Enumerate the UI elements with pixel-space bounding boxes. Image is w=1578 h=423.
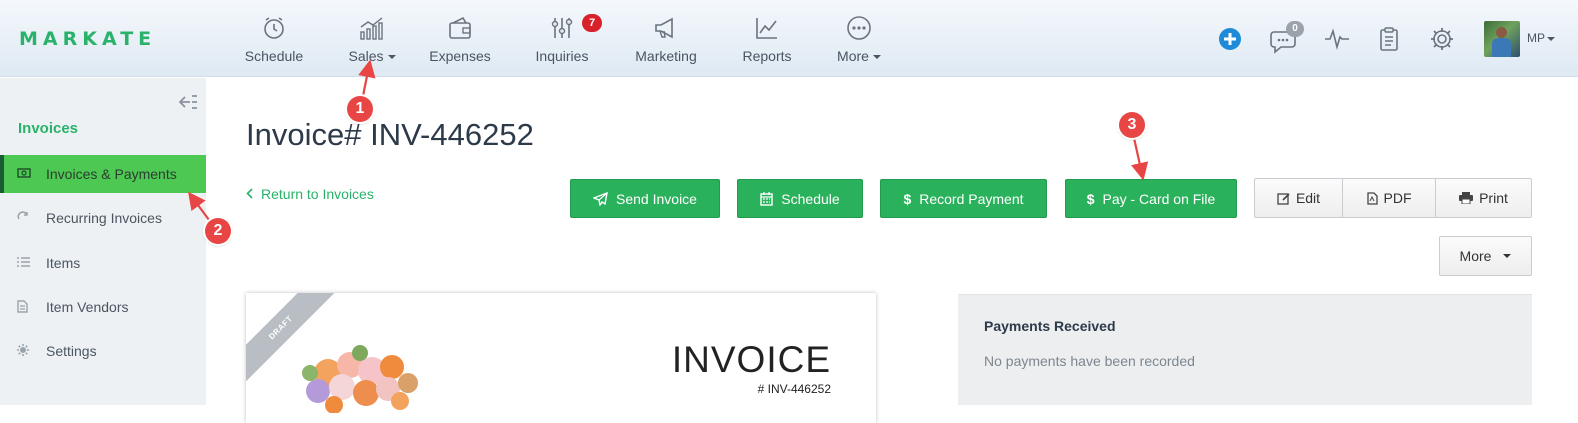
chat-button[interactable]: 0 <box>1270 21 1304 54</box>
top-navbar: MARKATE Schedule Sales Expenses Inquirie… <box>0 0 1578 77</box>
sidebar-item-label: Settings <box>46 343 97 359</box>
add-new-icon[interactable] <box>1218 27 1242 51</box>
chat-badge: 0 <box>1286 21 1304 37</box>
more-actions-dropdown[interactable]: More <box>1439 236 1532 276</box>
annotation-marker-2: 2 <box>205 218 231 244</box>
sidebar: Invoices Invoices & Payments Recurring I… <box>0 78 206 405</box>
pdf-file-icon <box>1366 191 1378 205</box>
wallet-icon <box>449 16 471 39</box>
nav-reports[interactable]: Reports <box>741 14 793 66</box>
nav-expenses[interactable]: Expenses <box>429 14 491 66</box>
sidebar-item-items[interactable]: Items <box>0 244 206 282</box>
nav-sales[interactable]: Sales <box>346 14 398 66</box>
nav-inquiries[interactable]: Inquiries 7 <box>533 14 602 66</box>
document-actions-group: Edit PDF Print <box>1254 178 1532 218</box>
user-initials: MP <box>1527 31 1545 45</box>
edit-icon <box>1277 192 1290 205</box>
sliders-icon <box>551 18 573 38</box>
record-payment-button[interactable]: $ Record Payment <box>880 179 1047 218</box>
user-menu[interactable]: MP <box>1527 31 1555 45</box>
annotation-marker-1: 1 <box>347 96 373 122</box>
chevron-left-icon <box>246 186 253 202</box>
activity-pulse-icon[interactable] <box>1324 28 1350 50</box>
nav-label: Reports <box>742 48 792 64</box>
sidebar-item-label: Item Vendors <box>46 299 129 315</box>
payments-title: Payments Received <box>984 318 1116 334</box>
sidebar-item-label: Items <box>46 255 81 271</box>
sidebar-item-item-vendors[interactable]: Item Vendors <box>0 288 206 326</box>
nav-label: Marketing <box>635 48 697 64</box>
chevron-down-icon <box>387 55 396 60</box>
nav-label: Schedule <box>244 48 304 64</box>
chevron-down-icon <box>1547 36 1555 41</box>
gear-icon <box>17 344 29 356</box>
line-chart-icon <box>756 18 777 39</box>
invoice-number: # INV-446252 <box>757 382 831 396</box>
button-label: Send Invoice <box>616 190 697 207</box>
ellipsis-circle-icon <box>847 16 871 40</box>
button-label: PDF <box>1383 190 1412 206</box>
notification-badge: 7 <box>582 14 602 32</box>
list-icon <box>17 257 30 267</box>
return-to-invoices-link[interactable]: Return to Invoices <box>246 186 374 202</box>
nav-label: Inquiries <box>535 48 589 64</box>
pay-card-on-file-button[interactable]: $ Pay - Card on File <box>1065 179 1237 218</box>
schedule-button[interactable]: Schedule <box>737 179 863 218</box>
button-label: Record Payment <box>919 190 1024 207</box>
markate-logo[interactable]: MARKATE <box>19 28 156 50</box>
button-label: Print <box>1479 190 1508 206</box>
edit-button[interactable]: Edit <box>1255 179 1343 217</box>
button-label: Pay - Card on File <box>1102 190 1216 207</box>
nav-marketing[interactable]: Marketing <box>634 14 698 66</box>
print-button[interactable]: Print <box>1436 179 1531 217</box>
nav-label: Expenses <box>429 48 491 64</box>
button-label: More <box>1459 248 1492 264</box>
collapse-sidebar-icon[interactable] <box>178 94 198 110</box>
send-invoice-button[interactable]: Send Invoice <box>570 179 720 218</box>
chevron-down-icon <box>1503 254 1512 258</box>
return-link-label: Return to Invoices <box>261 186 374 202</box>
alarm-clock-icon <box>264 17 284 39</box>
pdf-button[interactable]: PDF <box>1343 179 1436 217</box>
printer-icon <box>1459 192 1474 204</box>
nav-schedule[interactable]: Schedule <box>244 14 304 66</box>
paper-plane-icon <box>593 191 608 206</box>
sidebar-item-recurring-invoices[interactable]: Recurring Invoices <box>0 199 206 237</box>
gear-icon[interactable] <box>1429 26 1455 52</box>
megaphone-icon <box>655 17 673 39</box>
clipboard-icon[interactable] <box>1379 26 1399 52</box>
sidebar-section-title: Invoices <box>18 120 79 137</box>
money-icon <box>17 168 31 178</box>
annotation-marker-3: 3 <box>1119 112 1145 138</box>
bouquet-logo-image <box>302 345 418 413</box>
button-label: Schedule <box>781 190 840 207</box>
bar-chart-growth-icon <box>360 17 383 40</box>
nav-label: More <box>837 48 869 64</box>
dollar-icon: $ <box>1086 190 1095 207</box>
sidebar-item-invoices-payments[interactable]: Invoices & Payments <box>0 155 206 193</box>
sidebar-item-settings[interactable]: Settings <box>0 332 206 370</box>
dollar-icon: $ <box>903 190 912 207</box>
chevron-down-icon <box>872 55 881 60</box>
calendar-icon <box>760 191 773 206</box>
sidebar-item-label: Recurring Invoices <box>46 210 162 226</box>
refresh-icon <box>17 211 28 220</box>
avatar[interactable] <box>1484 21 1520 57</box>
nav-label: Sales <box>348 48 384 64</box>
invoice-preview: DRAFT INVOICE # INV-446252 <box>246 293 876 423</box>
button-label: Edit <box>1295 190 1321 206</box>
nav-more[interactable]: More <box>835 14 883 66</box>
page-title: Invoice# INV-446252 <box>246 117 534 152</box>
payments-empty-text: No payments have been recorded <box>984 353 1195 369</box>
payments-received-panel: Payments Received No payments have been … <box>958 294 1532 405</box>
invoice-heading: INVOICE <box>671 339 831 380</box>
document-icon <box>17 300 28 313</box>
sidebar-item-label: Invoices & Payments <box>46 166 177 182</box>
